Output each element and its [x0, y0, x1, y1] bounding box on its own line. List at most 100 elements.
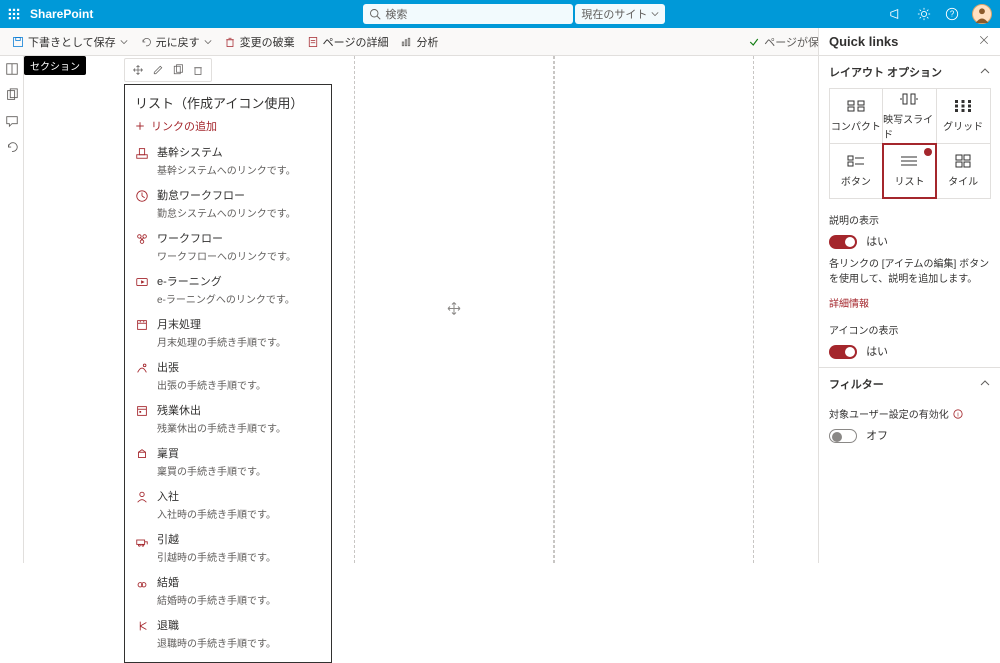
trash-icon — [224, 36, 236, 48]
duplicate-webpart-button[interactable] — [169, 61, 187, 79]
layout-list[interactable]: リスト — [882, 143, 937, 199]
avatar[interactable] — [972, 4, 992, 24]
canvas: リスト（作成アイコン使用） リンクの追加 基幹システム基幹システムへのリンクです… — [24, 56, 818, 563]
webpart-toolbar — [124, 58, 212, 82]
page-details-button[interactable]: ページの詳細 — [301, 28, 395, 55]
quick-link-item[interactable]: 残業休出残業休出の手続き手順です。 — [135, 402, 321, 435]
quick-link-item[interactable]: 基幹システム基幹システムへのリンクです。 — [135, 144, 321, 177]
undo-stack-icon[interactable] — [5, 140, 19, 154]
app-launcher[interactable] — [0, 0, 28, 28]
quick-link-item[interactable]: 結婚結婚時の手続き手順です。 — [135, 574, 321, 607]
link-title: 入社 — [157, 488, 276, 504]
details-link[interactable]: 詳細情報 — [819, 295, 1000, 316]
close-panel-button[interactable] — [978, 34, 990, 49]
undo-icon — [140, 36, 152, 48]
check-icon — [748, 36, 760, 48]
link-description: ワークフローへのリンクです。 — [157, 248, 296, 263]
add-link-button[interactable]: リンクの追加 — [135, 118, 321, 134]
link-icon — [135, 318, 149, 332]
save-draft-button[interactable]: 下書きとして保存 — [6, 28, 134, 55]
empty-column-2[interactable] — [354, 56, 554, 563]
audience-targeting-label: 対象ユーザー設定の有効化 i — [819, 400, 1000, 423]
layout-section-header[interactable]: レイアウト オプション — [819, 55, 1000, 88]
help-icon[interactable]: ? — [944, 6, 960, 22]
link-icon — [135, 404, 149, 418]
move-webpart-button[interactable] — [129, 61, 147, 79]
undo-button[interactable]: 元に戻す — [134, 28, 218, 55]
search-scope-dropdown[interactable]: 現在のサイト — [575, 4, 665, 24]
link-description: 残業休出の手続き手順です。 — [157, 420, 286, 435]
quick-link-item[interactable]: 退職退職時の手続き手順です。 — [135, 617, 321, 650]
show-description-toggle[interactable] — [829, 235, 857, 249]
webpart-title[interactable]: リスト（作成アイコン使用） — [135, 93, 321, 112]
quick-link-item[interactable]: ワークフローワークフローへのリンクです。 — [135, 230, 321, 263]
link-description: 退職時の手続き手順です。 — [157, 635, 276, 650]
move-handle-icon[interactable] — [446, 300, 462, 319]
layout-compact[interactable]: コンパクト — [829, 88, 884, 144]
edit-webpart-button[interactable] — [149, 61, 167, 79]
link-title: 退職 — [157, 617, 276, 633]
quick-link-item[interactable]: 出張出張の手続き手順です。 — [135, 359, 321, 392]
plus-icon — [135, 121, 145, 131]
comment-icon[interactable] — [5, 114, 19, 128]
layout-tiles[interactable]: タイル — [936, 143, 991, 199]
filter-section-header[interactable]: フィルター — [819, 367, 1000, 400]
link-description: 稟買の手続き手順です。 — [157, 463, 266, 478]
layout-options: コンパクト 映写スライド グリッド ボタン リスト タイル — [819, 88, 1000, 206]
gear-icon[interactable] — [916, 6, 932, 22]
analytics-icon — [400, 36, 412, 48]
link-icon — [135, 533, 149, 547]
link-icon — [135, 146, 149, 160]
link-description: e-ラーニングへのリンクです。 — [157, 291, 295, 306]
svg-text:?: ? — [950, 10, 955, 19]
delete-webpart-button[interactable] — [189, 61, 207, 79]
quick-link-item[interactable]: e-ラーニング e-ラーニングへのリンクです。 — [135, 273, 321, 306]
discard-button[interactable]: 変更の破棄 — [218, 28, 301, 55]
quick-link-item[interactable]: 入社入社時の手続き手順です。 — [135, 488, 321, 521]
suite-bar: SharePoint 検索 現在のサイト ? — [0, 0, 1000, 28]
megaphone-icon[interactable] — [888, 6, 904, 22]
copy-icon[interactable] — [5, 88, 19, 102]
show-icon-toggle[interactable] — [829, 345, 857, 359]
link-description: 月末処理の手続き手順です。 — [157, 334, 286, 349]
quick-link-item[interactable]: 稟買稟買の手続き手順です。 — [135, 445, 321, 478]
chevron-down-icon — [204, 38, 212, 46]
empty-column-3[interactable] — [554, 56, 754, 563]
panel-title: Quick links — [829, 34, 898, 49]
link-title: 月末処理 — [157, 316, 286, 332]
waffle-icon — [8, 8, 20, 20]
chevron-up-icon — [980, 378, 990, 388]
quick-link-item[interactable]: 引越引越時の手続き手順です。 — [135, 531, 321, 564]
link-title: 引越 — [157, 531, 276, 547]
chevron-up-icon — [980, 66, 990, 76]
layout-grid[interactable]: グリッド — [936, 88, 991, 144]
app-name[interactable]: SharePoint — [30, 7, 93, 21]
info-icon[interactable]: i — [953, 409, 963, 419]
section-badge: セクション — [24, 56, 86, 75]
quick-links-webpart[interactable]: リスト（作成アイコン使用） リンクの追加 基幹システム基幹システムへのリンクです… — [124, 84, 332, 663]
page-info-icon — [307, 36, 319, 48]
quick-link-item[interactable]: 月末処理月末処理の手続き手順です。 — [135, 316, 321, 349]
layout-filmstrip[interactable]: 映写スライド — [882, 88, 937, 144]
layout-button[interactable]: ボタン — [829, 143, 884, 199]
show-icon-label: アイコンの表示 — [819, 316, 1000, 339]
search-icon — [369, 8, 381, 20]
analytics-button[interactable]: 分析 — [394, 28, 444, 55]
show-description-label: 説明の表示 — [819, 206, 1000, 229]
section-layout-icon[interactable] — [5, 62, 19, 76]
chevron-down-icon — [651, 10, 659, 18]
link-title: 残業休出 — [157, 402, 286, 418]
link-icon — [135, 232, 149, 246]
link-title: 出張 — [157, 359, 266, 375]
link-description: 入社時の手続き手順です。 — [157, 506, 276, 521]
link-icon — [135, 361, 149, 375]
audience-targeting-toggle[interactable] — [829, 429, 857, 443]
link-description: 出張の手続き手順です。 — [157, 377, 266, 392]
link-description: 引越時の手続き手順です。 — [157, 549, 276, 564]
search-input[interactable]: 検索 — [363, 4, 573, 24]
link-title: e-ラーニング — [157, 273, 295, 289]
link-title: 稟買 — [157, 445, 266, 461]
save-icon — [12, 36, 24, 48]
close-icon — [978, 34, 990, 46]
quick-link-item[interactable]: 勤怠ワークフロー勤怠システムへのリンクです。 — [135, 187, 321, 220]
